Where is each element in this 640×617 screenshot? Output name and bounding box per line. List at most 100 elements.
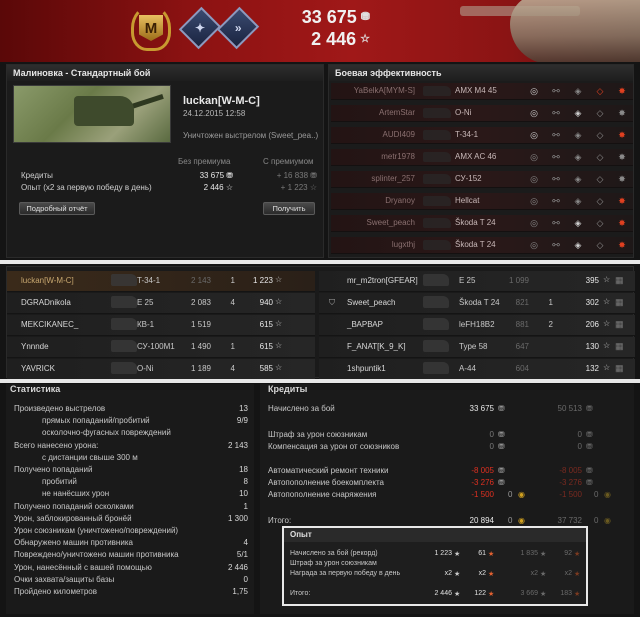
credits-title: Кредиты: [268, 384, 308, 394]
team-row[interactable]: mr_m2tron[GFEAR] E 25 1 099 395 ☆ ▦: [319, 271, 635, 292]
credits-label: Автопополнение боекомплекта: [268, 478, 384, 487]
efficiency-row[interactable]: AUDI409 T-34-1 ◎ ⚯ ◈ ◇ ✸: [331, 127, 633, 144]
team-vehicle-name: Škoda T 24: [459, 298, 500, 307]
gold-icon: ◉: [604, 490, 611, 499]
statistic-value: 8: [243, 477, 248, 487]
credits-label: Автоматический ремонт техники: [268, 466, 389, 475]
credits-value: 0: [489, 430, 494, 439]
statistic-label: Обнаружено машин противника: [14, 538, 133, 548]
details-icon[interactable]: ▦: [615, 275, 624, 286]
team-row[interactable]: luckan[W-M-C] T-34-1 2 143 1 1 223 ☆: [7, 271, 315, 292]
free-experience-value: 122: [474, 590, 486, 597]
free-xp-icon: ★: [574, 591, 581, 598]
detailed-report-button[interactable]: Подробный отчёт: [19, 202, 95, 215]
team-vehicle-name: O-Ni: [137, 364, 154, 373]
team-frags: 1: [230, 276, 235, 285]
efficiency-row[interactable]: YaBelkA[MYM-S] AMX M4 45 ◎ ⚯ ◈ ◇ ✸: [331, 83, 633, 100]
team-row[interactable]: DGRADnikola E 25 2 083 4 940 ☆: [7, 293, 315, 314]
statistic-value: 2 143: [227, 440, 248, 450]
team-damage: 1 519: [190, 320, 211, 329]
tank-icon: [111, 362, 137, 374]
credits-label: Итого:: [268, 516, 292, 525]
tank-image: [74, 96, 134, 126]
statistic-value: 10: [239, 489, 248, 499]
efficiency-row[interactable]: ArtemStar O-Ni ◎ ⚯ ◈ ◇ ✸: [331, 105, 633, 122]
details-icon[interactable]: ▦: [615, 297, 624, 308]
team-row[interactable]: F_ANAT[K_9_K] Type 58 647 130 ☆ ▦: [319, 337, 635, 358]
team-player-name: Sweet_peach: [347, 298, 396, 307]
efficiency-row[interactable]: Sweet_peach Škoda T 24 ◎ ⚯ ◈ ◇ ✸: [331, 215, 633, 232]
efficiency-title: Боевая эффективность: [329, 65, 633, 81]
statistic-row: Урон, нанесённый с вашей помощью 2 446: [14, 563, 248, 574]
credits-row: Автоматический ремонт техники -8 005 ⛃ -8 0…: [268, 466, 628, 477]
experience-panel: Опыт Начислено за бой (рекорд) 1 223 ★ 61 ★ 1…: [282, 526, 588, 606]
tank-icon: [423, 218, 451, 228]
gold-premium-value: 0: [594, 490, 599, 499]
efficiency-row[interactable]: lugxthj Škoda T 24 ◎ ⚯ ◈ ◇ ✸: [331, 237, 633, 254]
credits-row: Автопополнение боекомплекта -3 276 ⛃ -3 276…: [268, 478, 628, 489]
damage-icon: ◈: [574, 108, 582, 118]
kill-icon: ✸: [618, 196, 626, 206]
team-vehicle-name: СУ-100М1: [137, 342, 175, 351]
kill-icon: ✸: [618, 152, 626, 162]
team-row[interactable]: _ВАРВАР leFH18B2 881 2 206 ☆ ▦: [319, 315, 635, 336]
eye-icon: ◎: [530, 130, 538, 140]
star-icon: ★: [540, 571, 547, 578]
details-icon[interactable]: ▦: [615, 319, 624, 330]
credits-label: Автопополнение снаряжения: [268, 490, 377, 499]
credits-icon: ⛃: [586, 466, 593, 475]
tank-icon: [423, 196, 451, 206]
receive-button[interactable]: Получить: [263, 202, 315, 215]
team-player-name: mr_m2tron[GFEAR]: [347, 276, 418, 285]
statistic-row: Пройдено километров 1,75: [14, 587, 248, 598]
experience-value: 2 446: [434, 590, 452, 597]
star-icon: ☆: [360, 33, 370, 45]
credits-value: -8 005: [471, 466, 494, 475]
team-row[interactable]: MEKCIKANEC_ КВ-1 1 519 615 ☆: [7, 315, 315, 336]
team-row[interactable]: YAVRICK O-Ni 1 189 4 585 ☆: [7, 359, 315, 380]
radio-icon: ⚯: [552, 108, 560, 118]
kill-icon: ✸: [618, 130, 626, 140]
gold-icon: ◉: [604, 516, 611, 525]
star-icon: ☆: [603, 297, 611, 306]
efficiency-vehicle-name: AMX M4 45: [455, 86, 497, 95]
efficiency-row[interactable]: splinter_257 СУ-152 ◎ ⚯ ◈ ◇ ✸: [331, 171, 633, 188]
crit-icon: ◇: [596, 86, 604, 96]
statistic-row: Урон союзникам (уничтожено/повреждений): [14, 526, 248, 537]
statistic-label: Повреждено/уничтожено машин противника: [14, 550, 179, 560]
team-row[interactable]: Ynnnde СУ-100М1 1 490 1 615 ☆: [7, 337, 315, 358]
team-frags: 4: [230, 364, 235, 373]
team-player-name: F_ANAT[K_9_K]: [347, 342, 406, 351]
total-credits: 33 675: [301, 7, 357, 27]
statistic-label: Пройдено километров: [14, 587, 97, 596]
tank-icon: [423, 274, 449, 286]
team-player-name: 1shpuntik1: [347, 364, 386, 373]
gold-icon: ◉: [518, 516, 525, 525]
statistic-row: прямых попаданий/пробитий 9/9: [14, 416, 248, 427]
efficiency-vehicle-name: Škoda T 24: [455, 240, 496, 249]
team-vehicle-name: E 25: [137, 298, 154, 307]
statistic-value: 18: [239, 465, 248, 474]
tank-icon: [423, 362, 449, 374]
details-icon[interactable]: ▦: [615, 363, 624, 374]
free-xp-icon: ★: [488, 571, 495, 578]
efficiency-row[interactable]: metr1978 AMX AC 46 ◎ ⚯ ◈ ◇ ✸: [331, 149, 633, 166]
credits-premium-value: 0: [577, 430, 582, 439]
team-row[interactable]: ⛉ Sweet_peach Škoda T 24 821 1 302 ☆ ▦: [319, 293, 635, 314]
radio-icon: ⚯: [552, 174, 560, 184]
eye-icon: ◎: [530, 218, 538, 228]
details-icon[interactable]: ▦: [615, 341, 624, 352]
team-row[interactable]: 1shpuntik1 A-44 604 132 ☆ ▦: [319, 359, 635, 380]
radio-icon: ⚯: [552, 218, 560, 228]
efficiency-row[interactable]: Dryanoy Hellcat ◎ ⚯ ◈ ◇ ✸: [331, 193, 633, 210]
rank-chevron-icon: »: [216, 4, 260, 52]
credits-premium-value: + 16 838 ⛃: [276, 171, 317, 180]
tank-icon: [111, 340, 137, 352]
credits-row: Автопополнение снаряжения -1 500 0 ◉ -1 500 0…: [268, 490, 628, 501]
statistic-label: Всего нанесено урона:: [14, 440, 99, 450]
efficiency-player-name: Sweet_peach: [366, 218, 415, 227]
tank-icon: [423, 152, 451, 162]
team-xp: 302: [585, 298, 599, 307]
gold-value: 0: [508, 490, 513, 499]
team-player-name: YAVRICK: [21, 364, 55, 373]
